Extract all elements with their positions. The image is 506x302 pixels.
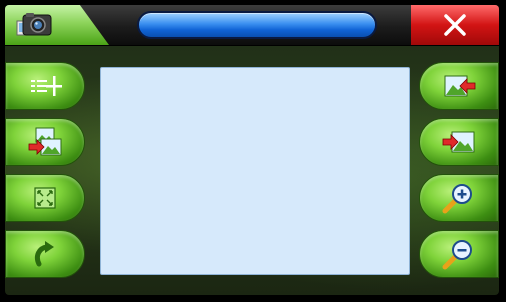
fit-screen-icon [34,187,56,209]
close-x-icon [444,14,466,36]
zoom-out-button[interactable] [419,230,499,278]
add-list-button[interactable] [5,62,85,110]
rotate-button[interactable] [5,230,85,278]
fit-screen-button[interactable] [5,174,85,222]
window-title [137,11,377,39]
close-button[interactable] [411,5,499,45]
zoom-in-button[interactable] [419,174,499,222]
image-arrow-in-icon [28,127,62,156]
list-plus-icon [31,76,62,96]
image-view-area[interactable] [100,67,410,275]
magnifier-minus-icon [442,240,472,270]
title-bar [5,5,499,46]
image-arrow-right-icon [442,131,475,153]
image-import-button[interactable] [5,118,85,166]
app-window [5,5,499,295]
previous-image-button[interactable] [419,62,499,110]
image-arrow-left-icon [444,75,476,97]
next-image-button[interactable] [419,118,499,166]
magnifier-plus-icon [442,184,472,214]
camera-photos-icon [16,13,52,36]
rotate-arrow-icon [34,241,54,267]
